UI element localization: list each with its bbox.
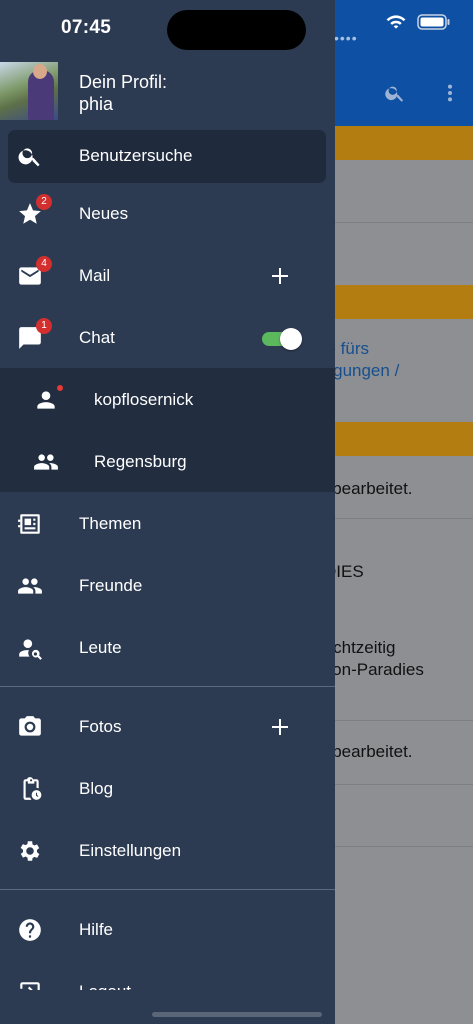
profile-title: Dein Profil: [79, 72, 168, 92]
background-appbar-icons [384, 82, 454, 104]
notification-badge: 1 [36, 318, 52, 334]
chat-toggle[interactable] [262, 328, 302, 350]
profile-username: phia [79, 94, 114, 114]
menu-item-mail[interactable]: 4 Mail [0, 245, 335, 307]
menu-item-settings[interactable]: Einstellungen [0, 820, 335, 882]
wifi-icon [386, 15, 406, 29]
online-indicator [57, 385, 63, 391]
status-icons [385, 14, 451, 30]
menu-item-user-search[interactable]: Benutzersuche [0, 125, 335, 187]
notification-badge: 4 [36, 256, 52, 272]
group-icon [34, 454, 58, 470]
menu-item-chat[interactable]: 1 Chat [0, 307, 335, 369]
divider [0, 686, 335, 687]
person-search-icon [19, 639, 42, 660]
gear-icon [20, 841, 40, 861]
add-photo-button[interactable] [270, 717, 290, 737]
topics-icon [18, 514, 40, 534]
chat-icon-wrap: 1 [17, 318, 52, 351]
background-divider [334, 784, 473, 785]
menu-item-label: Einstellungen [79, 841, 182, 860]
person-icon-wrap [33, 385, 63, 413]
menu-item-label: Chat [79, 328, 115, 347]
search-icon [18, 148, 40, 167]
menu-item-chat-group[interactable]: Regensburg [0, 431, 335, 493]
background-divider [334, 720, 473, 721]
drawer-bottom-fade [0, 990, 335, 1024]
dynamic-island [167, 10, 306, 50]
menu-item-label: Neues [79, 204, 129, 223]
menu-item-label: Themen [79, 514, 142, 533]
home-indicator[interactable] [152, 1012, 322, 1017]
background-divider [334, 222, 473, 223]
background-divider [334, 846, 473, 847]
help-icon [19, 919, 41, 941]
blog-icon [23, 777, 42, 800]
menu-item-people[interactable]: Leute [0, 617, 335, 679]
status-time: 07:45 [61, 17, 112, 38]
navigation-drawer: 07:45 Dein Profil: phia Benutzersuche 2 … [0, 0, 335, 1024]
menu-item-photos[interactable]: Fotos [0, 696, 335, 758]
menu-item-label: Freunde [79, 576, 143, 595]
menu-item-label: Blog [79, 779, 114, 798]
friends-icon [18, 578, 42, 594]
menu-item-label: kopflosernick [94, 390, 194, 409]
menu-item-label: Mail [79, 266, 111, 285]
star-icon-wrap: 2 [17, 194, 52, 227]
mail-icon-wrap: 4 [17, 256, 52, 289]
notification-badge: 2 [36, 194, 52, 210]
more-vert-icon [447, 84, 453, 102]
menu-item-news[interactable]: 2 Neues [0, 183, 335, 245]
search-icon [385, 86, 404, 102]
menu-item-label: Fotos [79, 717, 122, 736]
menu-item-blog[interactable]: Blog [0, 758, 335, 820]
profile-header[interactable]: Dein Profil: phia [0, 62, 335, 120]
profile-label: Dein Profil: phia [79, 71, 167, 115]
menu-item-label: Leute [79, 638, 122, 657]
menu-item-help[interactable]: Hilfe [0, 899, 335, 961]
camera-icon [19, 716, 41, 736]
divider [0, 889, 335, 890]
menu-item-label: Regensburg [94, 452, 187, 471]
menu-item-chat-user[interactable]: kopflosernick [0, 369, 335, 431]
menu-item-label: Hilfe [79, 920, 114, 939]
cellular-signal-icon: •••• [334, 30, 358, 46]
menu-item-topics[interactable]: Themen [0, 493, 335, 555]
menu-item-label: Benutzersuche [79, 146, 193, 165]
background-divider [334, 518, 473, 519]
add-mail-button[interactable] [270, 266, 290, 286]
avatar[interactable] [0, 62, 58, 120]
battery-icon [417, 14, 450, 30]
menu-item-friends[interactable]: Freunde [0, 555, 335, 617]
person-icon [37, 391, 55, 409]
